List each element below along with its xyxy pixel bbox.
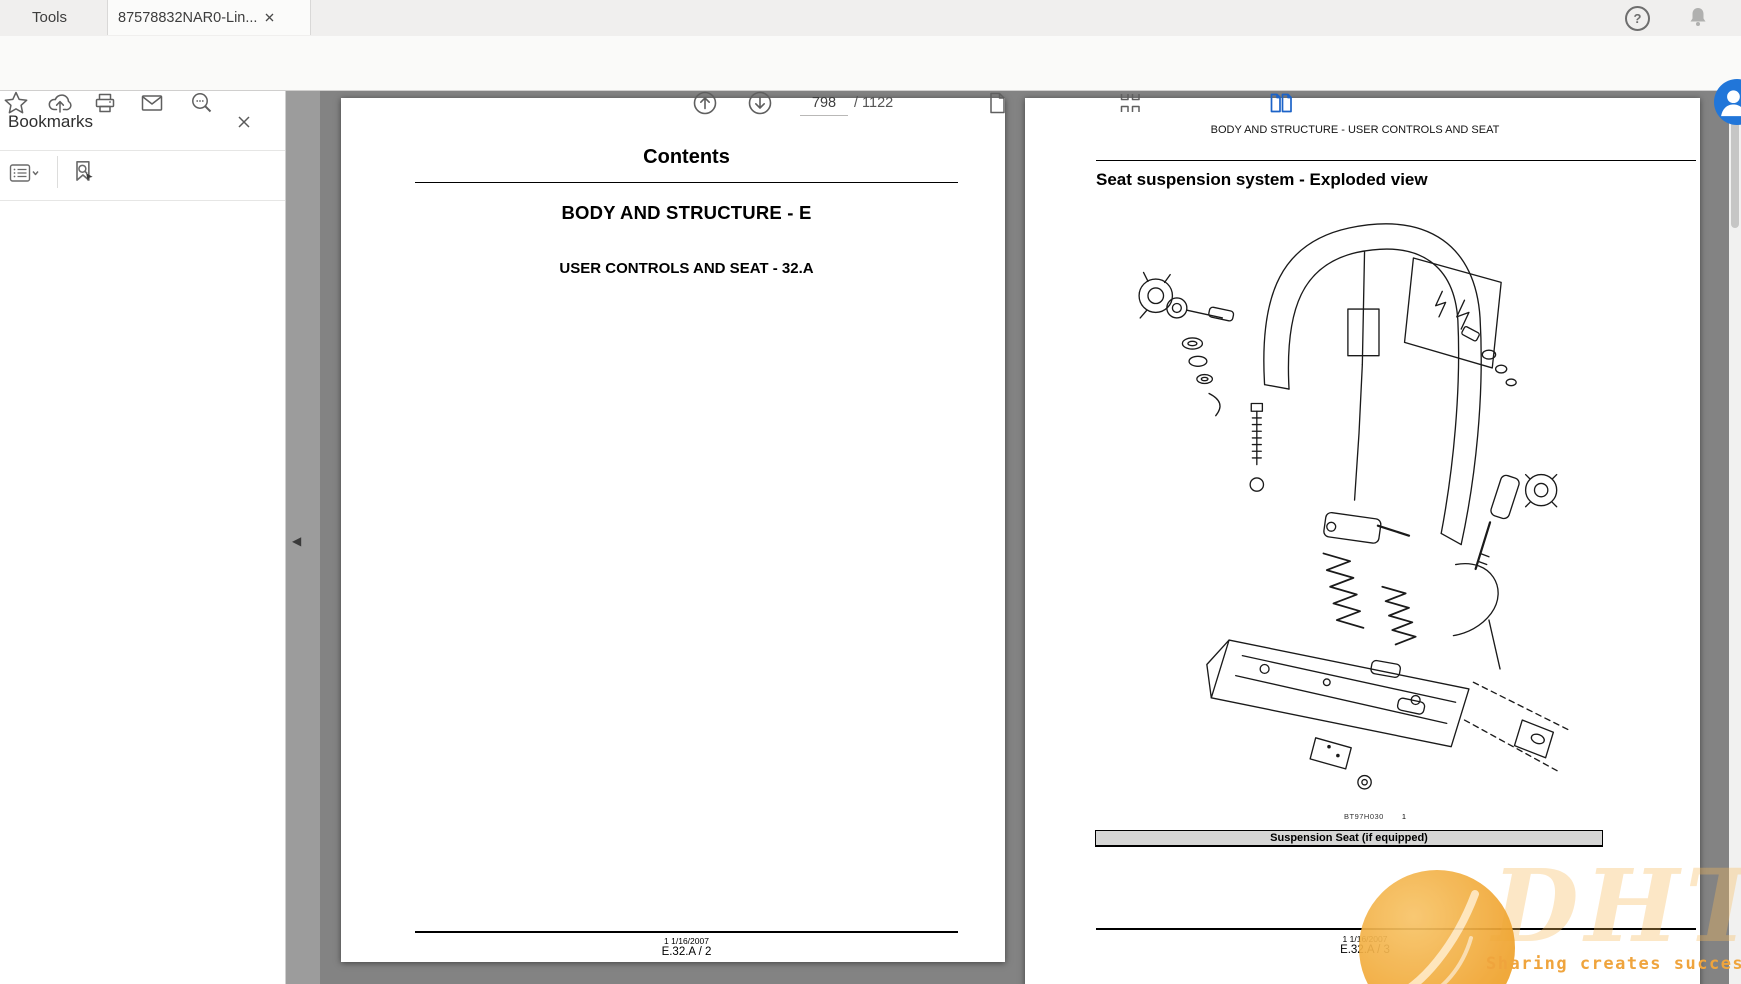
header-rule xyxy=(1096,160,1696,161)
contents-title: Contents xyxy=(415,146,958,169)
search-options-icon[interactable] xyxy=(189,90,215,116)
panel-divider xyxy=(0,200,285,201)
panel-tools-divider xyxy=(57,156,58,188)
favorite-star-icon[interactable] xyxy=(3,90,29,116)
tab-bar: Tools 87578832NAR0-Lin... ? xyxy=(0,0,1741,37)
account-avatar-button[interactable] xyxy=(1714,79,1741,125)
watermark-ghost-letters: DHT xyxy=(1492,856,1741,956)
title-rule xyxy=(415,182,958,183)
panel-divider xyxy=(0,150,285,151)
figure-title: Seat suspension system - Exploded view xyxy=(1096,170,1428,190)
figure-code: BT97H030 xyxy=(1344,812,1384,821)
tab-document-label: 87578832NAR0-Lin... xyxy=(118,10,257,26)
footer-date: 1 1/16/2007 xyxy=(415,936,958,946)
exploded-view-diagram: BT97H030 1 xyxy=(1098,198,1620,820)
tab-document[interactable]: 87578832NAR0-Lin... xyxy=(107,0,311,35)
page-total-label: / 1122 xyxy=(854,95,893,111)
collapse-panel-icon[interactable]: ◀ xyxy=(292,534,301,548)
next-page-icon[interactable] xyxy=(747,90,773,116)
parts-table: Suspension Seat (if equipped) xyxy=(1095,830,1603,847)
panel-close-icon[interactable] xyxy=(238,116,250,128)
figure-index: 1 xyxy=(1402,812,1407,821)
figure-caption: BT97H030 1 xyxy=(1344,812,1407,821)
main-toolbar: / 1122 xyxy=(0,36,1741,91)
bookmarks-panel: Bookmarks xyxy=(0,90,286,984)
document-page-left: Contents BODY AND STRUCTURE - E USER CON… xyxy=(341,98,1005,962)
section-title: BODY AND STRUCTURE - E xyxy=(415,202,958,224)
scrolling-page-view-icon[interactable] xyxy=(1117,90,1144,116)
subsection-title: USER CONTROLS AND SEAT - 32.A xyxy=(415,260,958,277)
footer-rule xyxy=(415,931,958,933)
footer-reference: E.32.A / 2 xyxy=(415,946,958,958)
print-icon[interactable] xyxy=(92,90,118,116)
parts-table-header: Suspension Seat (if equipped) xyxy=(1096,831,1602,846)
cloud-upload-icon[interactable] xyxy=(47,90,73,116)
two-page-view-icon[interactable] xyxy=(1268,90,1295,116)
page-number-input[interactable] xyxy=(800,91,848,116)
bookmark-options-icon[interactable] xyxy=(8,160,40,186)
running-header: BODY AND STRUCTURE - USER CONTROLS AND S… xyxy=(1025,124,1685,136)
find-current-bookmark-icon[interactable] xyxy=(70,158,98,186)
previous-page-icon[interactable] xyxy=(692,90,718,116)
panel-splitter[interactable]: ◀ xyxy=(286,90,320,984)
watermark-slogan: Sharing creates success xyxy=(1486,954,1741,974)
tab-tools[interactable]: Tools xyxy=(22,0,77,36)
help-icon[interactable]: ? xyxy=(1625,6,1650,31)
single-page-view-icon[interactable] xyxy=(984,90,1010,116)
exploded-view-illustration xyxy=(1098,198,1620,820)
email-icon[interactable] xyxy=(139,90,165,116)
notifications-bell-icon[interactable] xyxy=(1686,5,1710,31)
tab-close-icon[interactable] xyxy=(265,13,274,22)
